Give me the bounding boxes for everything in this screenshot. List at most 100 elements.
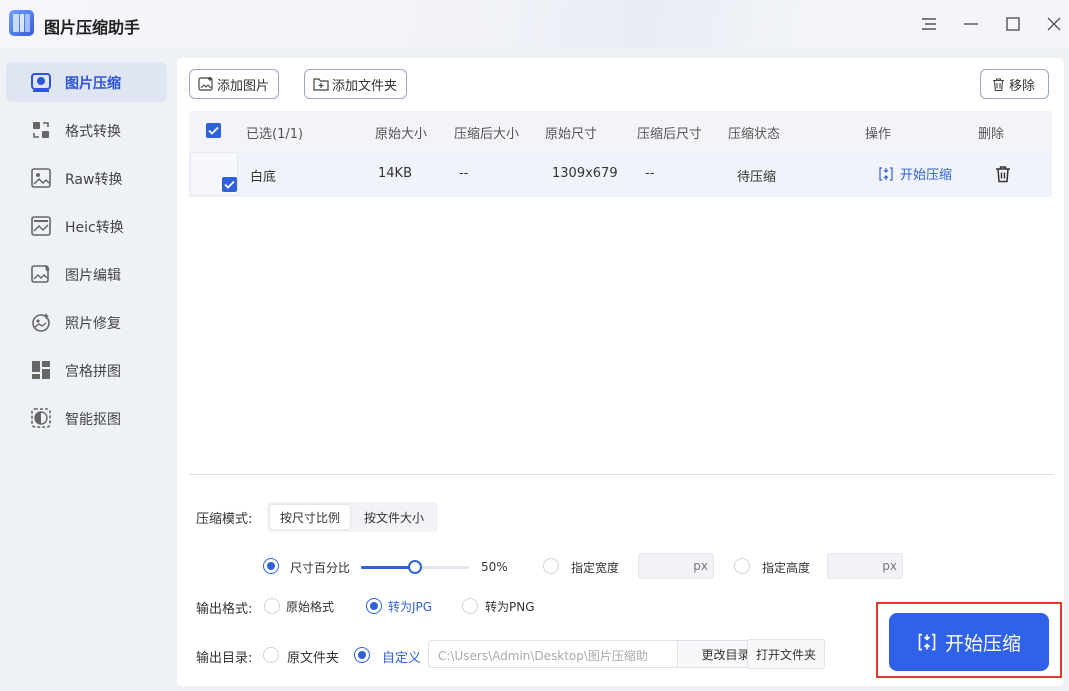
format-label: 输出格式: [196, 602, 253, 617]
open-folder-button[interactable]: 打开文件夹 [747, 639, 825, 669]
menu-icon[interactable] [916, 12, 942, 36]
delete-icon[interactable] [994, 165, 1012, 183]
header-orig-size: 原始大小 [375, 127, 428, 142]
sidebar-item-label: 图片压缩 [65, 76, 121, 92]
mode-segmented-control: 按尺寸比例 按文件大小 [267, 502, 438, 532]
remove-button[interactable]: 移除 [980, 69, 1049, 99]
sidebar-item-grid-collage[interactable]: 宫格拼图 [6, 350, 167, 390]
close-icon[interactable] [1041, 12, 1067, 36]
sidebar-item-label: 宫格拼图 [65, 364, 121, 380]
app-logo-icon [9, 10, 34, 36]
format-radio-jpg[interactable] [366, 598, 382, 614]
sidebar-item-image-compress[interactable]: 图片压缩 [6, 62, 167, 102]
add-folder-label: 添加文件夹 [332, 78, 398, 94]
row-status: 待压缩 [737, 170, 777, 185]
table-row[interactable]: 白底 14KB -- 1309x679 -- 待压缩 开始压缩 [189, 151, 1052, 197]
output-path-field[interactable]: C:\Users\Admin\Desktop\图片压缩助 更改目录 [428, 640, 774, 668]
select-all-checkbox[interactable] [206, 123, 221, 138]
width-label: 指定宽度 [571, 561, 620, 575]
dir-option-custom: 自定义 [382, 651, 422, 666]
sidebar-item-heic-convert[interactable]: Heic转换 [6, 206, 167, 246]
output-path-text: C:\Users\Admin\Desktop\图片压缩助 [438, 649, 648, 663]
width-radio[interactable] [543, 558, 559, 574]
sidebar-item-smart-cutout[interactable]: 智能抠图 [6, 398, 167, 438]
sidebar-item-label: 格式转换 [65, 124, 121, 140]
format-option-original: 原始格式 [286, 600, 335, 614]
header-action: 操作 [865, 127, 892, 142]
dir-label: 输出目录: [196, 651, 253, 666]
row-name: 白底 [250, 170, 277, 185]
heic-convert-icon [31, 216, 51, 236]
maximize-icon[interactable] [1000, 12, 1026, 36]
raw-convert-icon [31, 168, 51, 188]
format-radio-original[interactable] [264, 598, 280, 614]
header-orig-dim: 原始尺寸 [545, 127, 598, 142]
percent-value: 50% [481, 560, 508, 574]
row-action-label: 开始压缩 [900, 168, 953, 183]
grid-collage-icon [32, 361, 50, 379]
mode-option-file-size[interactable]: 按文件大小 [353, 505, 435, 529]
width-unit: px [693, 559, 708, 573]
row-start-compress-link[interactable]: 开始压缩 [878, 164, 952, 183]
sidebar: 图片压缩 格式转换 Raw转换 Heic转换 图片编辑 照片修复 宫格拼图 智能… [0, 48, 177, 691]
dir-option-original: 原文件夹 [287, 651, 340, 666]
format-convert-icon [33, 122, 49, 138]
sidebar-item-label: 图片编辑 [65, 268, 121, 284]
row-orig-dim: 1309x679 [552, 166, 618, 181]
trash-icon [993, 77, 1004, 91]
compress-icon [879, 166, 893, 181]
add-folder-button[interactable]: 添加文件夹 [304, 69, 407, 99]
row-checkbox[interactable] [222, 177, 237, 192]
sidebar-item-raw-convert[interactable]: Raw转换 [6, 158, 167, 198]
header-delete: 删除 [978, 127, 1005, 142]
height-unit: px [882, 559, 897, 573]
sidebar-item-photo-repair[interactable]: 照片修复 [6, 302, 167, 342]
table-header: 已选(1/1) 原始大小 压缩后大小 原始尺寸 压缩后尺寸 压缩状态 操作 删除 [189, 111, 1052, 151]
slider-thumb[interactable] [408, 560, 422, 574]
main-panel: 添加图片 添加文件夹 移除 已选(1/1) 原始大小 压缩后大小 原始尺寸 压缩… [177, 58, 1064, 686]
format-option-png: 转为PNG [485, 600, 535, 614]
image-compress-icon [31, 73, 51, 92]
header-selected: 已选(1/1) [246, 127, 304, 142]
add-image-button[interactable]: 添加图片 [189, 69, 279, 99]
header-comp-size: 压缩后大小 [454, 127, 520, 142]
add-image-label: 添加图片 [217, 78, 270, 94]
sidebar-item-label: 智能抠图 [65, 412, 121, 428]
header-status: 压缩状态 [728, 127, 781, 142]
format-option-jpg: 转为JPG [388, 600, 433, 614]
minimize-icon[interactable] [958, 12, 984, 36]
height-label: 指定高度 [762, 561, 811, 575]
divider [189, 474, 1054, 475]
format-radio-png[interactable] [462, 598, 478, 614]
header-comp-dim: 压缩后尺寸 [637, 127, 703, 142]
mode-option-size-ratio[interactable]: 按尺寸比例 [270, 505, 350, 529]
start-compress-label: 开始压缩 [944, 632, 1021, 655]
width-input[interactable]: px [638, 553, 714, 579]
sidebar-item-label: 照片修复 [65, 316, 121, 332]
add-folder-icon [313, 78, 329, 91]
compress-icon [918, 633, 936, 651]
app-title: 图片压缩助手 [44, 18, 141, 37]
height-input[interactable]: px [827, 553, 903, 579]
dir-radio-custom[interactable] [354, 647, 370, 663]
percent-radio[interactable] [263, 558, 279, 574]
row-orig-size: 14KB [378, 166, 412, 181]
photo-repair-icon [32, 313, 50, 332]
percent-slider[interactable] [361, 560, 469, 574]
image-edit-icon [31, 265, 50, 283]
mode-label: 压缩模式: [196, 512, 253, 527]
start-compress-button[interactable]: 开始压缩 [889, 613, 1049, 671]
height-radio[interactable] [734, 558, 750, 574]
smart-cutout-icon [31, 408, 51, 428]
sidebar-item-image-edit[interactable]: 图片编辑 [6, 254, 167, 294]
sidebar-item-format-convert[interactable]: 格式转换 [6, 110, 167, 150]
title-bar: 图片压缩助手 [0, 0, 1069, 48]
row-comp-size: -- [459, 166, 469, 181]
slider-fill [361, 566, 415, 569]
sidebar-item-label: Raw转换 [65, 172, 123, 188]
percent-label: 尺寸百分比 [290, 561, 351, 575]
dir-radio-original[interactable] [263, 647, 279, 663]
add-image-icon [198, 77, 213, 91]
remove-label: 移除 [1009, 78, 1036, 94]
row-comp-dim: -- [645, 166, 655, 181]
